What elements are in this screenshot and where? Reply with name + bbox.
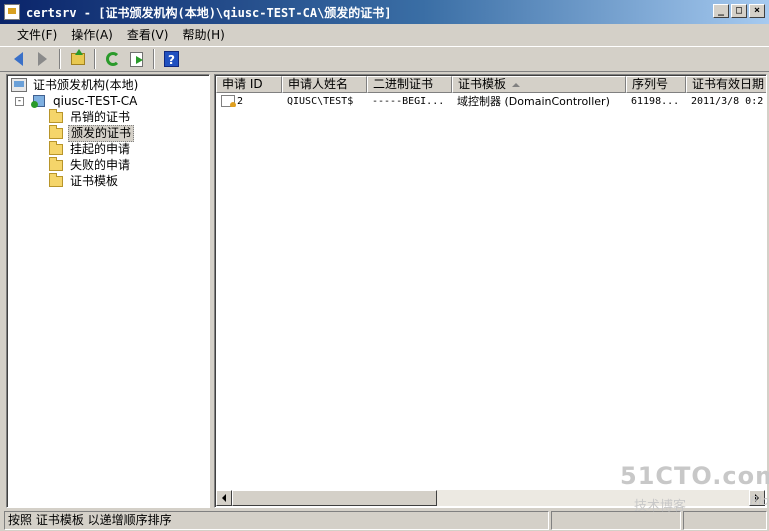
toolbar-separator bbox=[59, 49, 61, 69]
scroll-right-arrow-icon bbox=[755, 494, 759, 502]
tree-ca-node[interactable]: - qiusc-TEST-CA bbox=[15, 93, 139, 109]
toolbar-separator bbox=[94, 49, 96, 69]
ca-server-icon bbox=[31, 94, 45, 108]
tree-item-failed[interactable]: 失败的申请 bbox=[49, 156, 132, 173]
menu-action[interactable]: 操作(A) bbox=[64, 25, 120, 45]
tree-item-label: 证书模板 bbox=[70, 173, 119, 188]
scroll-left-button[interactable] bbox=[216, 490, 232, 506]
status-bar: 按照 证书模板 以递增顺序排序 bbox=[0, 509, 769, 531]
column-requester-name[interactable]: 申请人姓名 bbox=[282, 76, 367, 93]
tree-item-templates[interactable]: 证书模板 bbox=[49, 172, 120, 189]
certificate-icon bbox=[221, 95, 236, 107]
cell-requester: QIUSC\TEST$ bbox=[287, 95, 354, 107]
column-certificate-template[interactable]: 证书模板 bbox=[452, 76, 626, 93]
column-serial-number[interactable]: 序列号 bbox=[626, 76, 686, 93]
cell-effective-date: 2011/3/8 0:2 bbox=[691, 95, 764, 107]
sort-ascending-icon bbox=[512, 82, 521, 87]
collapse-icon[interactable]: - bbox=[15, 96, 24, 106]
tree-item-label: 颁发的证书 bbox=[68, 124, 135, 142]
console-tree[interactable]: 证书颁发机构(本地) - qiusc-TEST-CA 吊销的证书 颁发的证书 挂… bbox=[6, 74, 210, 508]
scroll-thumb[interactable] bbox=[232, 490, 437, 506]
cell-request-id: 2 bbox=[216, 95, 282, 107]
folder-icon bbox=[49, 108, 63, 123]
toolbar: ? bbox=[0, 46, 769, 72]
export-icon bbox=[130, 51, 143, 67]
request-id-value: 2 bbox=[237, 96, 244, 107]
folder-icon bbox=[49, 140, 63, 155]
refresh-button[interactable] bbox=[102, 49, 123, 69]
close-button[interactable]: × bbox=[749, 4, 765, 18]
help-icon: ? bbox=[164, 51, 179, 67]
list-header: 申请 ID 申请人姓名 二进制证书 证书模板 序列号 证书有效日期 bbox=[216, 76, 766, 93]
up-level-button[interactable] bbox=[67, 49, 88, 69]
back-button[interactable] bbox=[8, 49, 29, 69]
tree-ca-label: qiusc-TEST-CA bbox=[53, 93, 138, 108]
folder-icon bbox=[49, 124, 63, 139]
scroll-right-button[interactable] bbox=[749, 490, 765, 506]
window-controls: _ □ × bbox=[713, 4, 765, 18]
results-pane[interactable]: 申请 ID 申请人姓名 二进制证书 证书模板 序列号 证书有效日期 2 QIUS… bbox=[214, 74, 767, 508]
folder-icon bbox=[49, 156, 63, 171]
scroll-left-arrow-icon bbox=[222, 494, 226, 502]
folder-icon bbox=[49, 172, 63, 187]
column-label: 证书模板 bbox=[458, 77, 507, 91]
column-binary-certificate[interactable]: 二进制证书 bbox=[367, 76, 452, 93]
tree-item-label: 吊销的证书 bbox=[70, 109, 131, 124]
title-bar: certsrv - [证书颁发机构(本地)\qiusc-TEST-CA\颁发的证… bbox=[0, 0, 769, 24]
tree-item-pending[interactable]: 挂起的申请 bbox=[49, 140, 132, 157]
back-arrow-icon bbox=[14, 52, 23, 66]
certification-authority-icon bbox=[11, 78, 27, 92]
status-text: 按照 证书模板 以递增顺序排序 bbox=[4, 510, 549, 530]
cell-binary-cert: -----BEGI... bbox=[372, 95, 445, 107]
tree-root-label: 证书颁发机构(本地) bbox=[33, 77, 139, 92]
maximize-button[interactable]: □ bbox=[731, 4, 747, 18]
certsrv-app-icon[interactable] bbox=[4, 4, 20, 20]
status-panel-3 bbox=[683, 510, 767, 530]
menu-view[interactable]: 查看(V) bbox=[120, 25, 176, 45]
cell-serial: 61198... bbox=[631, 95, 680, 107]
tree-root[interactable]: 证书颁发机构(本地) bbox=[11, 77, 140, 93]
help-button[interactable]: ? bbox=[161, 49, 182, 69]
menu-help[interactable]: 帮助(H) bbox=[175, 25, 231, 45]
menu-file[interactable]: 文件(F) bbox=[10, 25, 64, 45]
toolbar-separator bbox=[153, 49, 155, 69]
minimize-button[interactable]: _ bbox=[713, 4, 729, 18]
window-title: certsrv - [证书颁发机构(本地)\qiusc-TEST-CA\颁发的证… bbox=[26, 5, 392, 20]
refresh-icon bbox=[105, 52, 120, 66]
menu-bar: 文件(F) 操作(A) 查看(V) 帮助(H) bbox=[0, 24, 769, 46]
tree-item-issued[interactable]: 颁发的证书 bbox=[49, 124, 135, 142]
cell-template: 域控制器 (DomainController) bbox=[457, 95, 610, 108]
folder-up-icon bbox=[70, 49, 85, 65]
export-list-button[interactable] bbox=[126, 49, 147, 69]
status-panel-2 bbox=[551, 510, 681, 530]
column-effective-date[interactable]: 证书有效日期 bbox=[686, 76, 766, 93]
horizontal-scrollbar[interactable] bbox=[216, 490, 765, 506]
tree-item-label: 失败的申请 bbox=[70, 157, 131, 172]
table-row[interactable]: 2 QIUSC\TEST$ -----BEGI... 域控制器 (DomainC… bbox=[216, 93, 766, 109]
forward-button[interactable] bbox=[32, 49, 53, 69]
tree-item-revoked[interactable]: 吊销的证书 bbox=[49, 108, 132, 125]
forward-arrow-icon bbox=[38, 52, 47, 66]
tree-item-label: 挂起的申请 bbox=[70, 141, 131, 156]
column-request-id[interactable]: 申请 ID bbox=[216, 76, 282, 93]
